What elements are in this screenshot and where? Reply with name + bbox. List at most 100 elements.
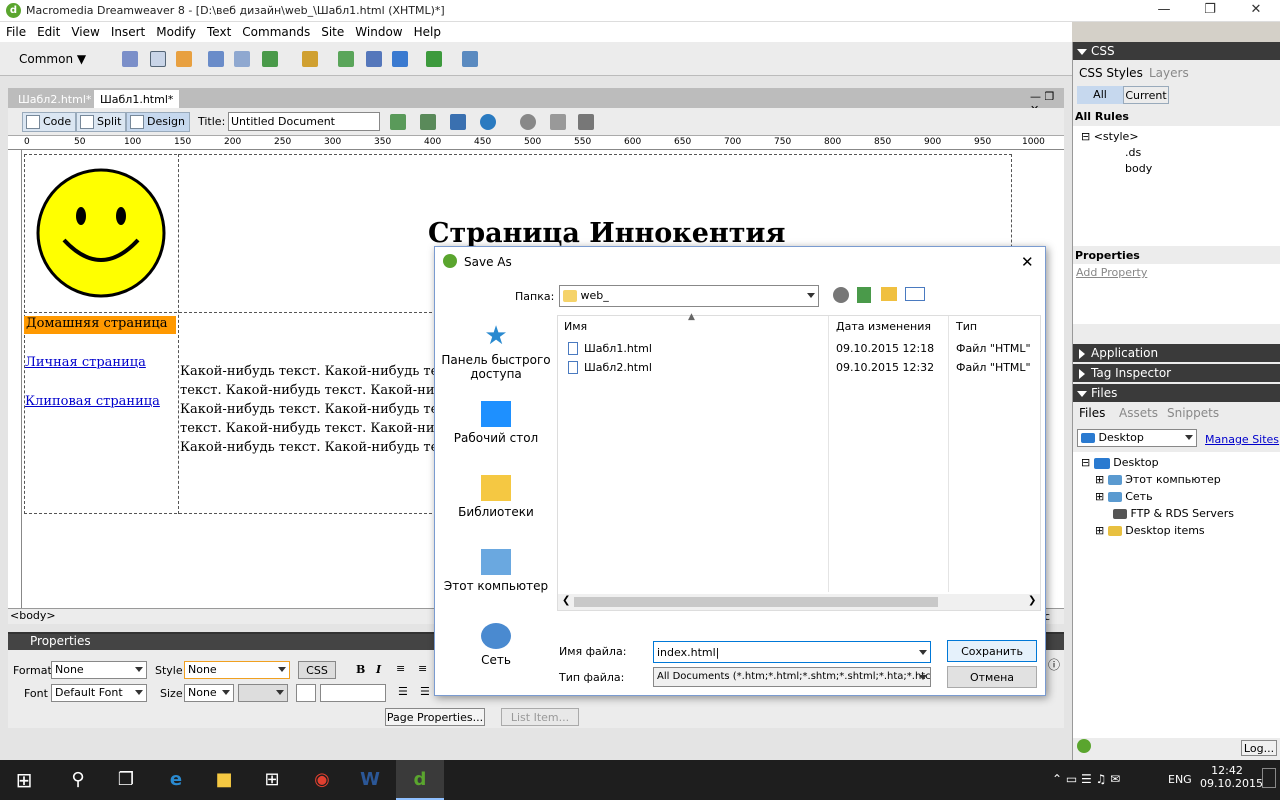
menu-file[interactable]: File <box>0 22 31 39</box>
view-menu-icon[interactable] <box>905 287 925 301</box>
design-view-button[interactable]: Design <box>126 112 190 132</box>
size-select[interactable]: None <box>184 684 234 702</box>
col-name[interactable]: Имя <box>564 320 587 333</box>
refresh-icon[interactable] <box>520 114 536 130</box>
body-tag[interactable]: <body> <box>10 609 56 622</box>
tree-network[interactable]: ⊞ Сеть <box>1095 490 1153 503</box>
task-view-icon[interactable]: ❐ <box>102 760 150 800</box>
tab-layers[interactable]: Layers <box>1149 66 1189 80</box>
page-properties-button[interactable]: Page Properties... <box>385 708 485 726</box>
css-panel-header[interactable]: CSS <box>1073 42 1280 60</box>
tree-desktop[interactable]: ⊟ Desktop <box>1081 456 1159 469</box>
style-rule[interactable]: ⊟ <style> <box>1081 130 1139 143</box>
file-explorer-icon[interactable]: ■ <box>200 760 248 800</box>
place-network[interactable]: Сеть <box>435 623 557 667</box>
tab-shabl2[interactable]: Шабл2.html* <box>12 90 97 108</box>
css-button[interactable]: CSS <box>298 661 336 679</box>
align-left-icon[interactable]: ≡ <box>396 662 405 675</box>
tree-ftp[interactable]: FTP & RDS Servers <box>1113 507 1234 520</box>
manage-sites-link[interactable]: Manage Sites <box>1205 433 1279 446</box>
all-mode-button[interactable]: All <box>1077 86 1123 104</box>
menu-commands[interactable]: Commands <box>236 22 315 39</box>
tab-shabl1[interactable]: Шабл1.html* <box>94 90 180 108</box>
view-options-icon[interactable] <box>550 114 566 130</box>
unordered-list-icon[interactable]: ☰ <box>398 685 408 698</box>
notifications-icon[interactable] <box>1262 768 1276 788</box>
application-panel-header[interactable]: Application <box>1073 344 1280 362</box>
horizontal-scrollbar[interactable]: ❮ ❯ <box>558 594 1040 610</box>
file-management-icon[interactable] <box>390 114 406 130</box>
up-folder-icon[interactable] <box>857 287 871 303</box>
folder-select[interactable]: web_ <box>559 285 819 307</box>
tray-icons[interactable]: ⌃ ▭ ☰ ♫ ✉ <box>1052 772 1120 786</box>
browser-check-icon[interactable] <box>480 114 496 130</box>
save-button[interactable]: Сохранить <box>947 640 1037 662</box>
search-icon[interactable]: ⚲ <box>54 760 102 800</box>
menu-text[interactable]: Text <box>201 22 236 39</box>
date-icon[interactable] <box>338 51 354 67</box>
layer-icon[interactable] <box>234 51 250 67</box>
named-anchor-icon[interactable] <box>176 51 192 67</box>
format-select[interactable]: None <box>51 661 147 679</box>
email-link-icon[interactable] <box>150 51 166 67</box>
minimize-button[interactable]: — <box>1142 0 1186 22</box>
align-center-icon[interactable]: ≡ <box>418 662 427 675</box>
place-desktop[interactable]: Рабочий стол <box>435 401 557 445</box>
hyperlink-icon[interactable] <box>122 51 138 67</box>
dialog-close-button[interactable]: ✕ <box>1021 253 1034 271</box>
menu-modify[interactable]: Modify <box>150 22 201 39</box>
file-row[interactable]: Шабл2.html 09.10.2015 12:32 Файл "HTML" <box>562 359 1032 377</box>
menu-insert[interactable]: Insert <box>105 22 150 39</box>
menu-edit[interactable]: Edit <box>31 22 65 39</box>
tree-this-pc[interactable]: ⊞ Этот компьютер <box>1095 473 1221 486</box>
color-hex-input[interactable] <box>320 684 386 702</box>
edge-browser-icon[interactable]: e <box>152 760 200 800</box>
store-icon[interactable]: ⊞ <box>248 760 296 800</box>
size-unit-select[interactable] <box>238 684 288 702</box>
files-panel-header[interactable]: Files <box>1073 384 1280 402</box>
add-property-link[interactable]: Add Property <box>1076 266 1147 279</box>
comment-icon[interactable] <box>392 51 408 67</box>
tab-snippets[interactable]: Snippets <box>1167 406 1219 420</box>
code-view-button[interactable]: Code <box>22 112 77 132</box>
site-location-select[interactable]: Desktop <box>1077 429 1197 447</box>
word-icon[interactable]: W <box>346 760 394 800</box>
tag-chooser-icon[interactable] <box>462 51 478 67</box>
filetype-select[interactable]: All Documents (*.htm;*.html;*.shtm;*.sht… <box>653 667 931 687</box>
insert-category-dropdown[interactable]: Common ▼ <box>19 52 86 66</box>
language-indicator[interactable]: ENG <box>1168 773 1192 786</box>
visual-aids-icon[interactable] <box>578 114 594 130</box>
menu-site[interactable]: Site <box>315 22 349 39</box>
back-icon[interactable] <box>833 287 849 303</box>
tab-assets[interactable]: Assets <box>1119 406 1158 420</box>
tab-css-styles[interactable]: CSS Styles <box>1079 66 1143 80</box>
place-libraries[interactable]: Библиотеки <box>435 475 557 519</box>
debug-icon[interactable] <box>450 114 466 130</box>
log-button[interactable]: Log... <box>1241 740 1277 756</box>
file-row[interactable]: Шабл1.html 09.10.2015 12:18 Файл "HTML" <box>562 340 1032 358</box>
font-select[interactable]: Default Font <box>51 684 147 702</box>
server-side-include-icon[interactable] <box>366 51 382 67</box>
body-rule[interactable]: body <box>1125 162 1152 175</box>
ordered-list-icon[interactable]: ☰ <box>420 685 430 698</box>
current-mode-button[interactable]: Current <box>1123 86 1169 104</box>
document-title-input[interactable] <box>228 112 380 131</box>
tab-files[interactable]: Files <box>1079 406 1105 420</box>
italic-button[interactable]: I <box>376 663 381 676</box>
menu-view[interactable]: View <box>65 22 104 39</box>
color-picker[interactable] <box>296 684 316 702</box>
image-icon[interactable] <box>262 51 278 67</box>
split-view-button[interactable]: Split <box>76 112 127 132</box>
dreamweaver-taskbar-icon[interactable]: d <box>396 760 444 800</box>
help-icon[interactable]: ⓘ <box>1048 656 1060 673</box>
menu-window[interactable]: Window <box>349 22 407 39</box>
nav-personal[interactable]: Личная страница <box>25 355 146 370</box>
close-button[interactable]: ✕ <box>1234 0 1278 22</box>
maximize-button[interactable]: ❐ <box>1188 0 1232 22</box>
col-type[interactable]: Тип <box>956 320 977 333</box>
place-this-pc[interactable]: Этот компьютер <box>435 549 557 593</box>
ds-rule[interactable]: .ds <box>1125 146 1141 159</box>
new-folder-icon[interactable] <box>881 287 897 301</box>
tree-desktop-items[interactable]: ⊞ Desktop items <box>1095 524 1205 537</box>
cancel-button[interactable]: Отмена <box>947 666 1037 688</box>
